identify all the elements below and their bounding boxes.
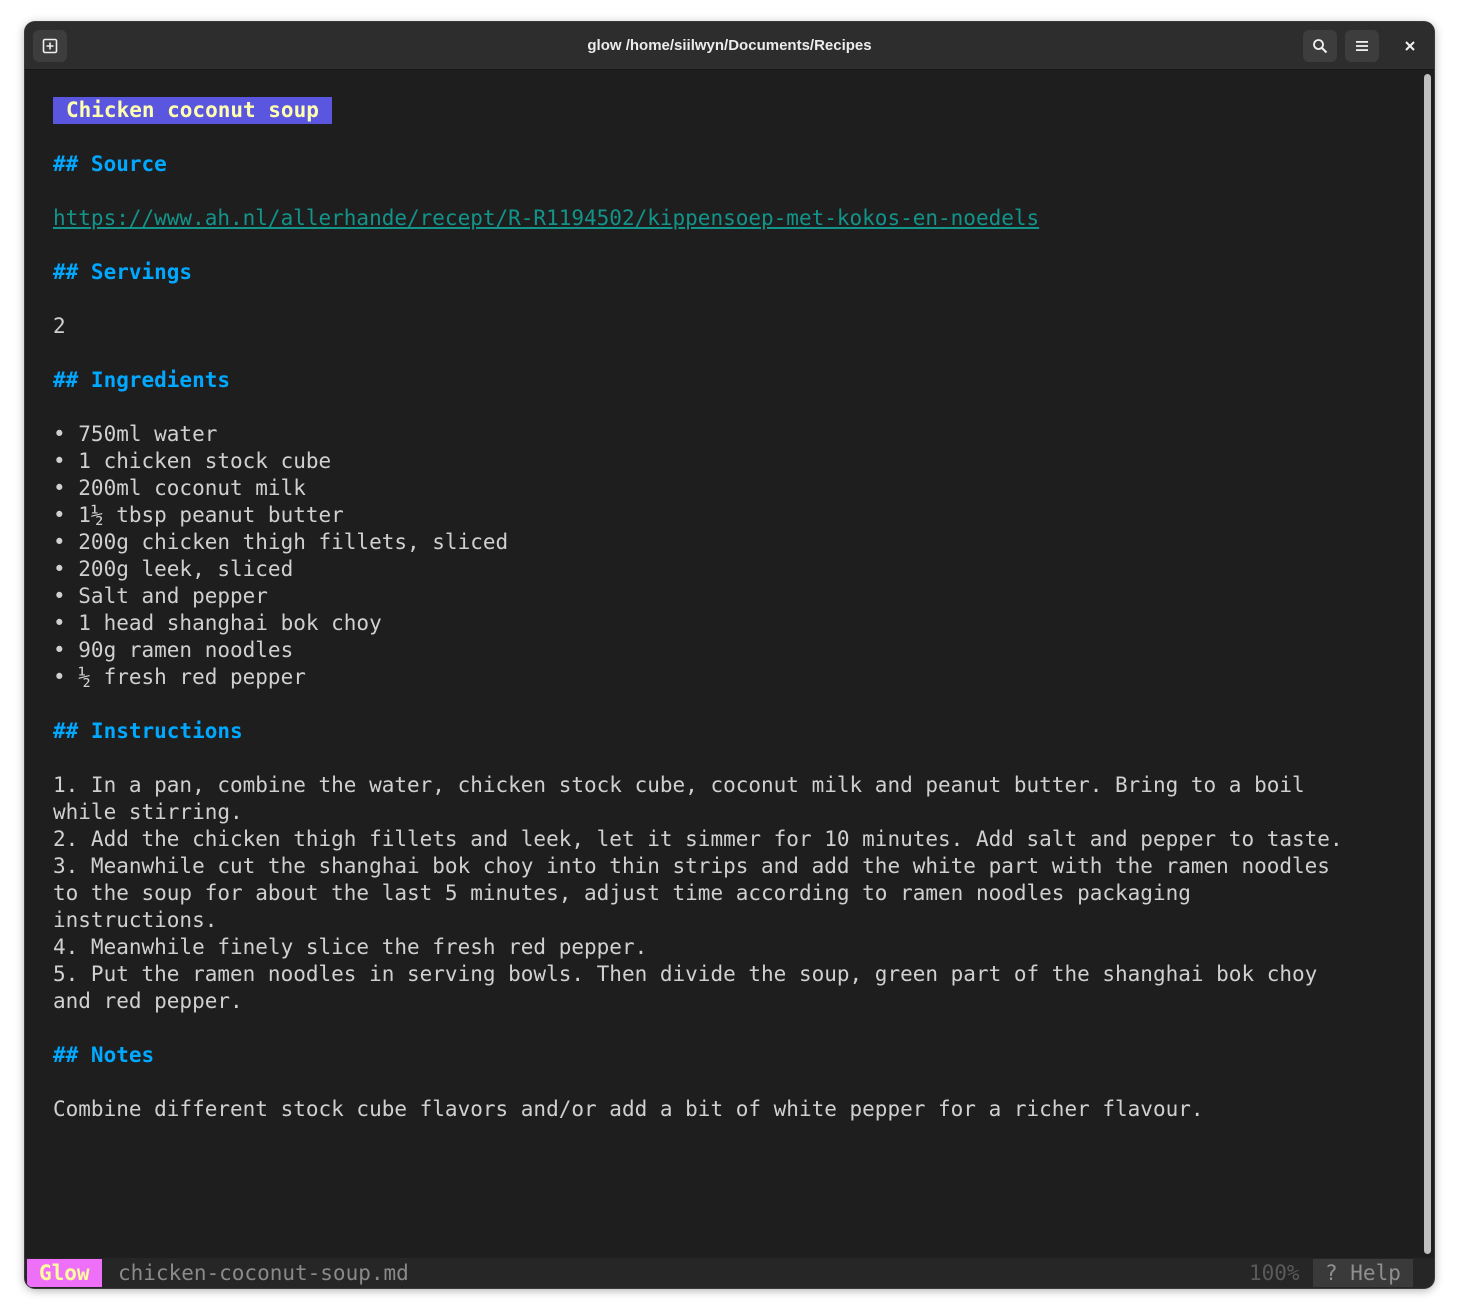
source-link[interactable]: https://www.ah.nl/allerhande/recept/R-R1… [53,206,1039,230]
window-title: glow /home/siilwyn/Documents/Recipes [587,37,872,54]
close-button[interactable] [1393,30,1427,62]
help-button[interactable]: ? Help [1313,1259,1413,1287]
notes-text: Combine different stock cube flavors and… [53,1097,1204,1121]
ingredients-list: • 750ml water • 1 chicken stock cube • 2… [53,421,1423,691]
list-item: • 1 head shanghai bok choy [53,611,382,635]
instruction-line: 1. In a pan, combine the water, chicken … [53,773,1305,797]
terminal-window: glow /home/siilwyn/Documents/Recipes Chi… [25,22,1434,1288]
instruction-line: 3. Meanwhile cut the shanghai bok choy i… [53,854,1330,878]
document-title-line: Chicken coconut soup [53,97,1423,124]
ingredients-heading: ## Ingredients [53,368,231,392]
list-item: • ½ fresh red pepper [53,665,306,689]
list-item: • 200ml coconut milk [53,476,306,500]
status-filename: chicken-coconut-soup.md [118,1261,409,1285]
scrollbar[interactable] [1422,72,1432,1257]
list-item: • 1½ tbsp peanut butter [53,503,344,527]
menu-button[interactable] [1345,30,1379,62]
document-title: Chicken coconut soup [53,97,332,124]
markdown-viewer[interactable]: Chicken coconut soup ## Source https://w… [53,97,1423,1123]
glow-app-badge: Glow [27,1259,102,1287]
servings-value: 2 [53,314,66,338]
scrollbar-thumb[interactable] [1424,74,1431,1254]
menu-icon [1356,41,1368,51]
list-item: • Salt and pepper [53,584,268,608]
instructions-list: 1. In a pan, combine the water, chicken … [53,772,1423,1015]
list-item: • 750ml water [53,422,218,446]
instruction-line: while stirring. [53,800,243,824]
search-button[interactable] [1303,30,1337,62]
close-icon [1405,41,1415,51]
instruction-line: instructions. [53,908,218,932]
list-item: • 200g chicken thigh fillets, sliced [53,530,509,554]
notes-heading: ## Notes [53,1043,155,1067]
list-item: • 1 chicken stock cube [53,449,332,473]
instruction-line: and red pepper. [53,989,243,1013]
instruction-line: 5. Put the ramen noodles in serving bowl… [53,962,1318,986]
title-bar: glow /home/siilwyn/Documents/Recipes [25,22,1434,70]
instruction-line: 2. Add the chicken thigh fillets and lee… [53,827,1343,851]
servings-heading: ## Servings [53,260,193,284]
instruction-line: to the soup for about the last 5 minutes… [53,881,1191,905]
list-item: • 200g leek, sliced [53,557,294,581]
instructions-heading: ## Instructions [53,719,243,743]
list-item: • 90g ramen noodles [53,638,294,662]
status-bar: Glow chicken-coconut-soup.md 100% ? Help [25,1258,1434,1288]
source-heading: ## Source [53,152,167,176]
scroll-percent: 100% [1249,1261,1300,1285]
search-icon [1313,39,1328,54]
instruction-line: 4. Meanwhile finely slice the fresh red … [53,935,648,959]
